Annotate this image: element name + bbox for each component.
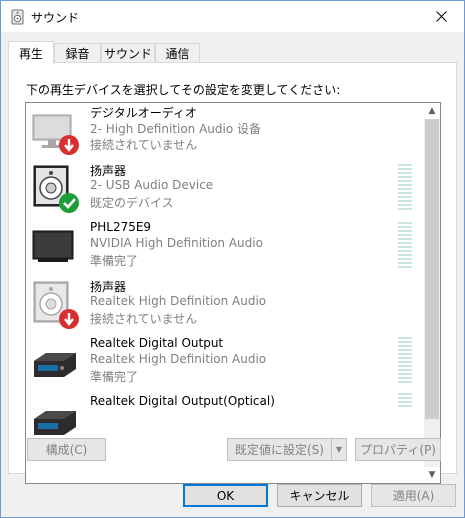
device-status: 接続されていません bbox=[90, 312, 198, 326]
device-description: NVIDIA High Definition Audio bbox=[90, 236, 263, 250]
device-item[interactable]: デジタルオーディオ 2- High Definition Audio 设备 接続… bbox=[26, 103, 424, 161]
device-item[interactable]: Realtek Digital Output Realtek High Defi… bbox=[26, 335, 424, 393]
device-status: 接続されていません bbox=[90, 138, 198, 152]
tab-recording[interactable]: 録音 bbox=[54, 43, 101, 63]
speaker-disconnected-icon bbox=[33, 281, 79, 329]
scroll-down-button[interactable]: ▼ bbox=[424, 467, 440, 483]
tab-playback[interactable]: 再生 bbox=[8, 41, 54, 64]
instruction-text: 下の再生デバイスを選択してその設定を変更してください: bbox=[26, 83, 341, 97]
sound-dialog: サウンド 再生 録音 サウンド 通信 下の再生デバイスを選択してその設定を変更し… bbox=[0, 0, 465, 518]
device-name: 扬声器 bbox=[90, 280, 127, 294]
ok-button[interactable]: OK bbox=[183, 484, 268, 507]
device-name: PHL275E9 bbox=[90, 220, 152, 234]
device-name: Realtek Digital Output(Optical) bbox=[90, 394, 275, 408]
device-status: 準備完了 bbox=[90, 370, 139, 384]
close-button[interactable] bbox=[418, 1, 464, 32]
scrollbar-thumb[interactable] bbox=[425, 119, 439, 419]
device-status: 既定のデバイス bbox=[90, 196, 174, 210]
volume-meter bbox=[398, 222, 412, 270]
speaker-default-icon bbox=[33, 165, 79, 213]
volume-meter bbox=[398, 337, 412, 385]
digital-output-icon bbox=[34, 353, 76, 377]
monitor-disconnected-icon bbox=[32, 114, 79, 155]
set-default-button[interactable]: 既定値に設定(S) bbox=[227, 438, 332, 461]
tab-sounds[interactable]: サウンド bbox=[101, 43, 155, 63]
set-default-dropdown[interactable]: ▼ bbox=[331, 438, 347, 461]
title-bar[interactable]: サウンド bbox=[1, 1, 464, 32]
playback-panel: 下の再生デバイスを選択してその設定を変更してください: デジタルオーディオ 2-… bbox=[8, 62, 457, 484]
configure-button[interactable]: 構成(C) bbox=[27, 438, 106, 461]
device-item[interactable]: 扬声器 2- USB Audio Device 既定のデバイス bbox=[26, 161, 424, 219]
device-list[interactable]: デジタルオーディオ 2- High Definition Audio 设备 接続… bbox=[25, 102, 441, 484]
device-status: 準備完了 bbox=[90, 254, 139, 268]
volume-meter bbox=[398, 393, 412, 409]
chevron-down-icon: ▼ bbox=[335, 445, 343, 454]
close-icon bbox=[435, 11, 447, 22]
apply-button[interactable]: 適用(A) bbox=[371, 484, 456, 507]
scroll-up-button[interactable]: ▲ bbox=[424, 103, 440, 119]
speaker-app-icon bbox=[11, 9, 24, 25]
chevron-down-icon: ▼ bbox=[428, 470, 436, 480]
cancel-button[interactable]: キャンセル bbox=[277, 484, 362, 507]
device-description: Realtek High Definition Audio bbox=[90, 294, 267, 308]
window-title: サウンド bbox=[31, 11, 80, 25]
device-description: Realtek High Definition Audio bbox=[90, 352, 267, 366]
device-name: デジタルオーディオ bbox=[90, 106, 197, 120]
device-description: 2- USB Audio Device bbox=[90, 178, 214, 192]
chevron-up-icon: ▲ bbox=[428, 106, 436, 116]
monitor-icon bbox=[32, 230, 74, 262]
device-item[interactable]: PHL275E9 NVIDIA High Definition Audio 準備… bbox=[26, 219, 424, 277]
tab-communications[interactable]: 通信 bbox=[155, 43, 200, 63]
device-name: Realtek Digital Output bbox=[90, 336, 224, 350]
device-item[interactable]: 扬声器 Realtek High Definition Audio 接続されてい… bbox=[26, 277, 424, 335]
volume-meter bbox=[398, 164, 412, 212]
device-name: 扬声器 bbox=[90, 164, 127, 178]
properties-button[interactable]: プロパティ(P) bbox=[355, 438, 441, 461]
device-description: 2- High Definition Audio 设备 bbox=[90, 122, 262, 136]
